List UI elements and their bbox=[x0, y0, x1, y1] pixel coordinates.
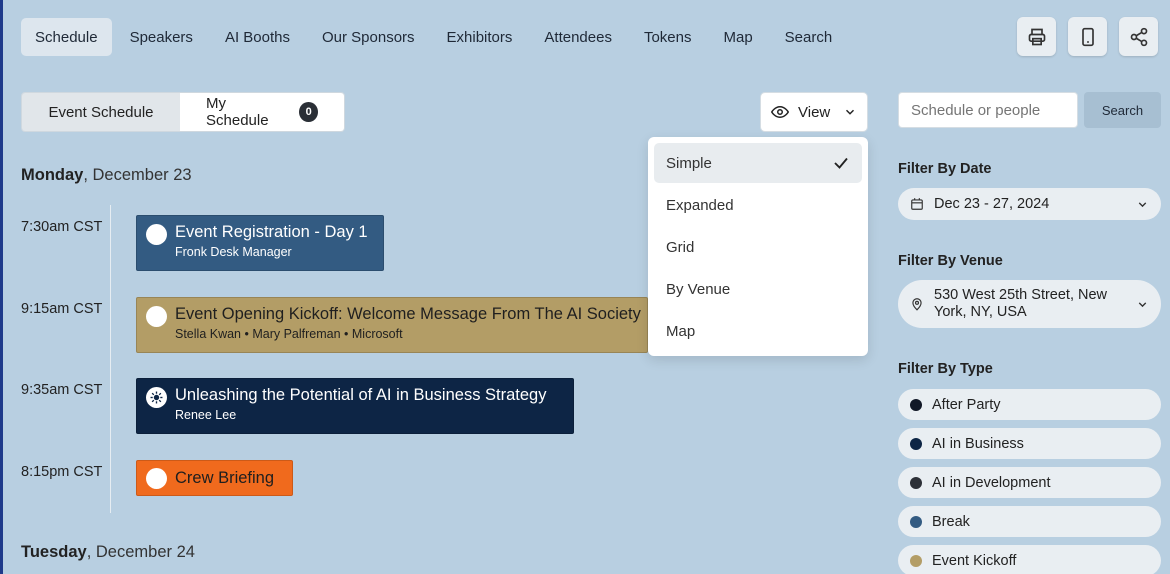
filter-date-select[interactable]: Dec 23 - 27, 2024 bbox=[898, 188, 1161, 220]
tab-exhibitors[interactable]: Exhibitors bbox=[433, 18, 527, 56]
search-button[interactable]: Search bbox=[1084, 92, 1161, 128]
filter-venue-line-1: 530 West 25th Street, New bbox=[934, 287, 1108, 303]
eye-icon bbox=[771, 105, 789, 119]
type-label: After Party bbox=[932, 396, 1001, 413]
mobile-icon bbox=[1081, 27, 1094, 46]
event-card-opening-kickoff[interactable]: Event Opening Kickoff: Welcome Message F… bbox=[136, 297, 648, 353]
tab-tokens[interactable]: Tokens bbox=[630, 18, 706, 56]
print-button[interactable] bbox=[1017, 17, 1056, 56]
event-card-ai-business-strategy[interactable]: Unleashing the Potential of AI in Busine… bbox=[136, 378, 574, 434]
add-to-schedule-circle[interactable] bbox=[146, 468, 167, 489]
event-schedule-label: Event Schedule bbox=[48, 103, 154, 121]
type-filter-event-kickoff[interactable]: Event Kickoff bbox=[898, 545, 1161, 574]
filter-venue-select[interactable]: 530 West 25th Street, New York, NY, USA bbox=[898, 280, 1161, 328]
event-subtitle: Renee Lee bbox=[175, 408, 237, 422]
filter-venue-value: 530 West 25th Street, New York, NY, USA bbox=[934, 287, 1107, 321]
event-time: 8:15pm CST bbox=[21, 464, 103, 480]
type-filter-ai-in-business[interactable]: AI in Business bbox=[898, 428, 1161, 459]
event-time: 9:35am CST bbox=[21, 382, 103, 398]
filter-venue-label: Filter By Venue bbox=[898, 253, 1003, 269]
type-color-dot bbox=[910, 398, 922, 411]
my-schedule-count-badge: 0 bbox=[299, 102, 318, 122]
timeline-line bbox=[110, 205, 111, 513]
event-card-crew-briefing[interactable]: Crew Briefing bbox=[136, 460, 293, 496]
view-label: View bbox=[798, 103, 831, 121]
type-filter-break[interactable]: Break bbox=[898, 506, 1161, 537]
view-option-by-venue[interactable]: By Venue bbox=[654, 269, 862, 309]
chevron-down-icon bbox=[846, 109, 855, 115]
tab-search[interactable]: Search bbox=[771, 18, 847, 56]
type-color-dot bbox=[910, 554, 922, 567]
chevron-down-icon bbox=[1138, 201, 1147, 207]
filter-venue-line-2: York, NY, USA bbox=[934, 304, 1027, 320]
event-subtitle: Stella Kwan • Mary Palfreman • Microsoft bbox=[175, 327, 403, 341]
my-schedule-label: My Schedule bbox=[206, 95, 269, 129]
event-subtitle: Fronk Desk Manager bbox=[175, 245, 292, 259]
search-input[interactable] bbox=[898, 92, 1078, 128]
location-pin-icon bbox=[912, 298, 922, 311]
view-button[interactable]: View bbox=[760, 92, 868, 132]
event-title: Unleashing the Potential of AI in Busine… bbox=[175, 386, 547, 404]
toolbar-icons bbox=[1017, 17, 1158, 56]
type-filter-after-party[interactable]: After Party bbox=[898, 389, 1161, 420]
view-dropdown-menu: Simple Expanded Grid By Venue Map bbox=[648, 137, 868, 356]
day-heading: Monday, December 23 bbox=[21, 166, 192, 185]
type-color-dot bbox=[910, 476, 922, 489]
day-date: , December 24 bbox=[86, 543, 195, 561]
sun-icon bbox=[150, 391, 163, 404]
filter-date-label: Filter By Date bbox=[898, 161, 992, 177]
add-to-schedule-circle[interactable] bbox=[146, 224, 167, 245]
type-color-dot bbox=[910, 515, 922, 528]
schedule-toggle: Event Schedule My Schedule 0 bbox=[21, 92, 345, 132]
event-title: Event Opening Kickoff: Welcome Message F… bbox=[175, 305, 641, 323]
event-title: Event Registration - Day 1 bbox=[175, 223, 368, 241]
type-label: AI in Development bbox=[932, 474, 1051, 491]
type-color-dot bbox=[910, 437, 922, 450]
tab-map[interactable]: Map bbox=[709, 18, 766, 56]
tab-ai-booths[interactable]: AI Booths bbox=[211, 18, 304, 56]
tab-our-sponsors[interactable]: Our Sponsors bbox=[308, 18, 429, 56]
event-time: 7:30am CST bbox=[21, 219, 103, 235]
view-option-expanded[interactable]: Expanded bbox=[654, 185, 862, 225]
type-filter-ai-in-development[interactable]: AI in Development bbox=[898, 467, 1161, 498]
mobile-button[interactable] bbox=[1068, 17, 1107, 56]
checkmark-icon bbox=[834, 157, 848, 169]
share-icon bbox=[1130, 27, 1147, 46]
chevron-down-icon bbox=[1138, 301, 1147, 307]
printer-icon bbox=[1028, 28, 1045, 45]
view-option-simple[interactable]: Simple bbox=[654, 143, 862, 183]
event-title: Crew Briefing bbox=[175, 469, 275, 487]
my-schedule-tab[interactable]: My Schedule 0 bbox=[180, 93, 344, 131]
event-time: 9:15am CST bbox=[21, 301, 103, 317]
view-option-label: Map bbox=[666, 322, 696, 340]
view-option-map[interactable]: Map bbox=[654, 311, 862, 351]
event-card-registration[interactable]: Event Registration - Day 1 Fronk Desk Ma… bbox=[136, 215, 384, 271]
view-option-label: Grid bbox=[666, 238, 695, 256]
tab-speakers[interactable]: Speakers bbox=[116, 18, 207, 56]
view-option-label: Simple bbox=[666, 154, 712, 172]
share-button[interactable] bbox=[1119, 17, 1158, 56]
tab-attendees[interactable]: Attendees bbox=[530, 18, 626, 56]
search-button-label: Search bbox=[1101, 102, 1144, 118]
filter-type-label: Filter By Type bbox=[898, 361, 993, 377]
type-label: Break bbox=[932, 513, 970, 530]
view-option-label: By Venue bbox=[666, 280, 731, 298]
day-heading: Tuesday, December 24 bbox=[21, 543, 195, 562]
tab-schedule[interactable]: Schedule bbox=[21, 18, 112, 56]
filter-date-value: Dec 23 - 27, 2024 bbox=[934, 196, 1050, 212]
day-date: , December 23 bbox=[83, 166, 192, 184]
add-to-schedule-circle[interactable] bbox=[146, 387, 167, 408]
calendar-icon bbox=[911, 198, 923, 210]
type-label: AI in Business bbox=[932, 435, 1024, 452]
event-schedule-tab[interactable]: Event Schedule bbox=[22, 93, 180, 131]
view-option-grid[interactable]: Grid bbox=[654, 227, 862, 267]
day-weekday: Monday bbox=[21, 166, 84, 184]
top-nav: Schedule Speakers AI Booths Our Sponsors… bbox=[21, 18, 850, 56]
add-to-schedule-circle[interactable] bbox=[146, 306, 167, 327]
view-option-label: Expanded bbox=[666, 196, 734, 214]
type-label: Event Kickoff bbox=[932, 552, 1017, 569]
day-weekday: Tuesday bbox=[21, 543, 87, 561]
